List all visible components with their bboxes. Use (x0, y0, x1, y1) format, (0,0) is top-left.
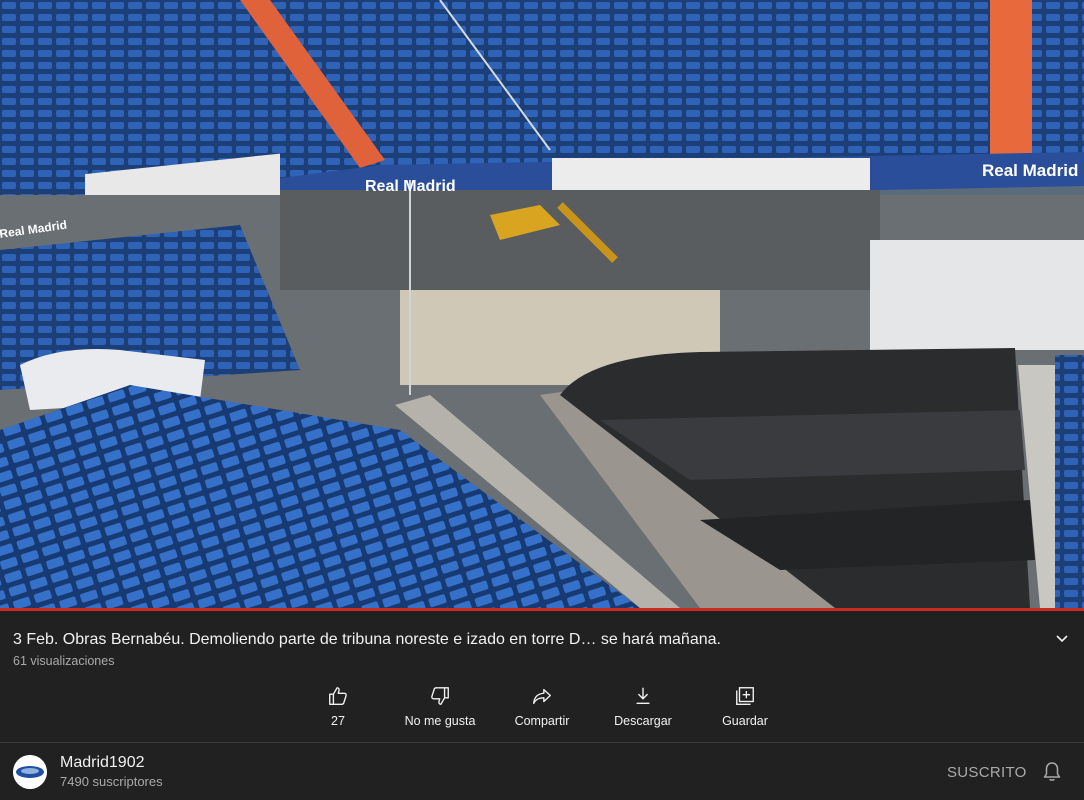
thumbs-up-icon (329, 687, 347, 705)
share-button[interactable]: Compartir (492, 685, 592, 733)
video-player[interactable]: Real Madrid Real Madrid Real Madrid (0, 0, 1084, 608)
download-icon (636, 687, 650, 705)
share-icon (533, 688, 551, 705)
subscribed-button[interactable]: SUSCRITO (947, 764, 1027, 781)
channel-row: Madrid1902 7490 suscriptores SUSCRITO (0, 743, 1084, 800)
view-count: 61 visualizaciones (13, 654, 115, 668)
like-count: 27 (331, 714, 345, 728)
action-bar: 27 No me gusta Compartir Descargar Guard… (0, 685, 1084, 733)
video-title[interactable]: 3 Feb. Obras Bernabéu. Demoliendo parte … (13, 630, 1013, 650)
channel-name[interactable]: Madrid1902 (60, 754, 145, 772)
share-label: Compartir (514, 714, 570, 728)
banner-text: Real Madrid (982, 161, 1078, 180)
dislike-button[interactable]: No me gusta (390, 685, 490, 733)
video-info-panel: 3 Feb. Obras Bernabéu. Demoliendo parte … (0, 611, 1084, 800)
save-icon (736, 687, 754, 705)
bell-icon[interactable] (1042, 761, 1062, 783)
stadium-logo-icon (13, 755, 47, 789)
video-watch-page: Real Madrid Real Madrid Real Madrid 3 Fe… (0, 0, 1084, 800)
download-label: Descargar (614, 714, 672, 728)
download-button[interactable]: Descargar (593, 685, 693, 733)
banner-text: Real Madrid (365, 178, 456, 195)
like-button[interactable]: 27 (288, 685, 388, 733)
thumbs-down-icon (431, 687, 449, 705)
save-label: Guardar (722, 714, 768, 728)
dislike-label: No me gusta (404, 714, 476, 728)
chevron-down-icon[interactable] (1052, 629, 1072, 649)
subscriber-count: 7490 suscriptores (60, 774, 163, 789)
save-button[interactable]: Guardar (695, 685, 795, 733)
stadium-video-frame: Real Madrid Real Madrid Real Madrid (0, 0, 1084, 608)
channel-avatar[interactable] (13, 755, 47, 789)
